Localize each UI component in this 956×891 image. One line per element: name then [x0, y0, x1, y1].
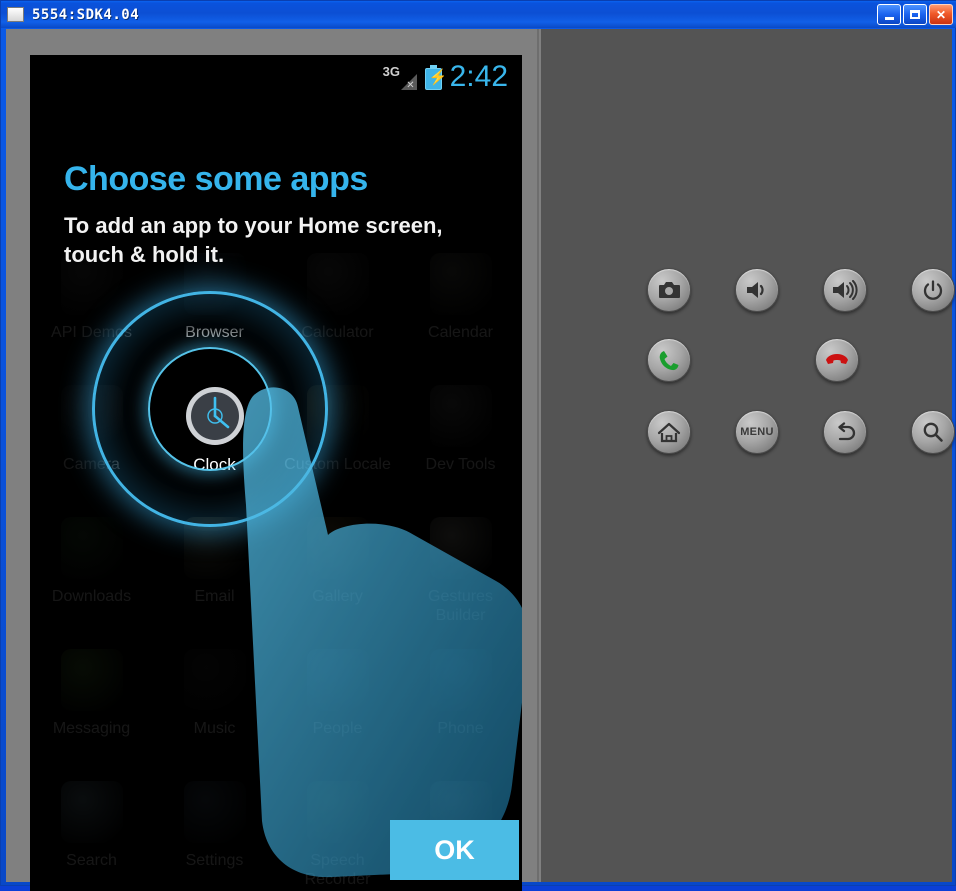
title-bar: 5554:SDK4.04 ✕ — [1, 1, 956, 28]
phone-icon — [429, 649, 492, 711]
volume-up-button[interactable] — [823, 268, 867, 312]
no-service-x-icon: ✕ — [406, 80, 415, 91]
control-row-top — [647, 268, 955, 312]
app-label: Gestures Builder — [428, 588, 493, 624]
app-icon-dev-tools[interactable]: Dev Tools — [399, 377, 522, 509]
app-icon-search[interactable]: Search — [30, 773, 153, 891]
app-icon-settings[interactable]: Settings — [153, 773, 276, 891]
device-screen[interactable]: 3G ✕ ⚡ 2:42 Choose some apps To add an a… — [30, 55, 522, 891]
end-call-button-wrap — [815, 338, 859, 382]
app-icon-music[interactable]: Music — [153, 641, 276, 773]
app-label: Email — [194, 588, 235, 605]
dev-tools-icon — [429, 385, 492, 447]
search-icon — [60, 781, 123, 843]
menu-button-label: MENU — [740, 426, 774, 438]
app-grid: API Demos Browser Calculator Calendar Camera… — [30, 245, 522, 891]
client-area: 3G ✕ ⚡ 2:42 Choose some apps To add an a… — [6, 29, 955, 891]
app-icon-camera[interactable]: Camera — [30, 377, 153, 509]
back-button[interactable] — [823, 410, 867, 454]
app-label: Downloads — [51, 588, 132, 605]
app-icon-downloads[interactable]: Downloads — [30, 509, 153, 641]
camera-button[interactable] — [647, 268, 691, 312]
settings-icon — [183, 781, 246, 843]
call-button[interactable] — [647, 338, 691, 382]
volume-up-icon — [833, 280, 858, 300]
downloads-icon — [60, 517, 123, 579]
app-label: People — [312, 720, 363, 737]
app-label: Camera — [63, 456, 120, 473]
ok-button[interactable]: OK — [390, 820, 519, 880]
app-label: Browser — [185, 324, 244, 341]
app-icon-phone[interactable]: Phone — [399, 641, 522, 773]
back-arrow-icon — [838, 422, 856, 441]
app-icon-email[interactable]: Email — [153, 509, 276, 641]
home-button[interactable] — [647, 410, 691, 454]
gestures-builder-icon — [429, 517, 492, 579]
phone-call-icon — [659, 351, 679, 371]
app-icon-speech-recorder[interactable]: Speech Recorder — [276, 773, 399, 891]
close-button[interactable]: ✕ — [929, 4, 953, 25]
speech-recorder-icon — [306, 781, 369, 843]
home-icon — [657, 422, 681, 442]
search-icon — [923, 422, 943, 442]
app-label: Calendar — [428, 324, 493, 341]
app-label: Speech Recorder — [304, 852, 371, 888]
messaging-icon — [60, 649, 123, 711]
emulator-window: 5554:SDK4.04 ✕ 3G ✕ ⚡ 2:42 Choose some a… — [0, 0, 956, 891]
menu-button[interactable]: MENU — [735, 410, 779, 454]
app-label: Phone — [437, 720, 484, 737]
window-title: 5554:SDK4.04 — [32, 6, 140, 23]
battery-charging-icon: ⚡ — [424, 64, 447, 90]
clock-icon — [184, 385, 246, 447]
app-label: API Demos — [51, 324, 132, 341]
app-label: Gallery — [312, 588, 363, 605]
app-icon-gestures-builder[interactable]: Gestures Builder — [399, 509, 522, 641]
end-call-button[interactable] — [815, 338, 859, 382]
camera-icon — [60, 385, 123, 447]
window-icon — [7, 7, 24, 22]
power-button[interactable] — [911, 268, 955, 312]
maximize-icon — [910, 10, 920, 19]
app-label: Calculator — [301, 324, 374, 341]
window-controls: ✕ — [877, 4, 953, 25]
music-icon — [183, 649, 246, 711]
device-frame: 3G ✕ ⚡ 2:42 Choose some apps To add an a… — [24, 29, 539, 891]
app-icon-clock[interactable]: Clock — [153, 377, 276, 509]
people-icon — [306, 649, 369, 711]
app-label: Settings — [185, 852, 244, 869]
phone-end-icon — [826, 354, 848, 364]
search-button[interactable] — [911, 410, 955, 454]
app-label: Search — [66, 852, 117, 869]
headline-subtitle: To add an app to your Home screen, touch… — [64, 213, 443, 267]
app-icon-messaging[interactable]: Messaging — [30, 641, 153, 773]
custom-locale-icon — [306, 385, 369, 447]
volume-down-icon — [747, 282, 764, 298]
tutorial-headline: Choose some apps To add an app to your H… — [64, 160, 504, 269]
app-icon-custom-locale[interactable]: Custom Locale — [276, 377, 399, 509]
app-icon-people[interactable]: People — [276, 641, 399, 773]
camera-icon — [659, 282, 680, 298]
app-label: Dev Tools — [425, 456, 496, 473]
emulator-controls-panel: MENU 1!2@3#4$5%6^7&8*9(0)Q|W~E”R`T{Y}U — [541, 29, 955, 882]
app-label: Messaging — [52, 720, 131, 737]
close-icon: ✕ — [935, 7, 947, 22]
maximize-button[interactable] — [903, 4, 927, 25]
call-button-wrap — [647, 338, 691, 382]
status-bar: 3G ✕ ⚡ 2:42 — [30, 55, 522, 99]
signal-3g-icon: 3G ✕ — [382, 64, 417, 91]
app-icon-gallery[interactable]: Gallery — [276, 509, 399, 641]
minimize-button[interactable] — [877, 4, 901, 25]
app-label: Clock — [193, 455, 236, 474]
volume-down-button[interactable] — [735, 268, 779, 312]
ok-button-label: OK — [434, 834, 475, 865]
control-row-bottom: MENU — [647, 410, 955, 454]
status-clock: 2:42 — [449, 60, 508, 93]
app-label: Music — [193, 720, 236, 737]
email-icon — [183, 517, 246, 579]
power-icon — [923, 280, 943, 300]
minimize-icon — [884, 16, 894, 20]
app-label: Custom Locale — [284, 456, 391, 473]
headline-title: Choose some apps — [64, 160, 368, 198]
gallery-icon — [306, 517, 369, 579]
